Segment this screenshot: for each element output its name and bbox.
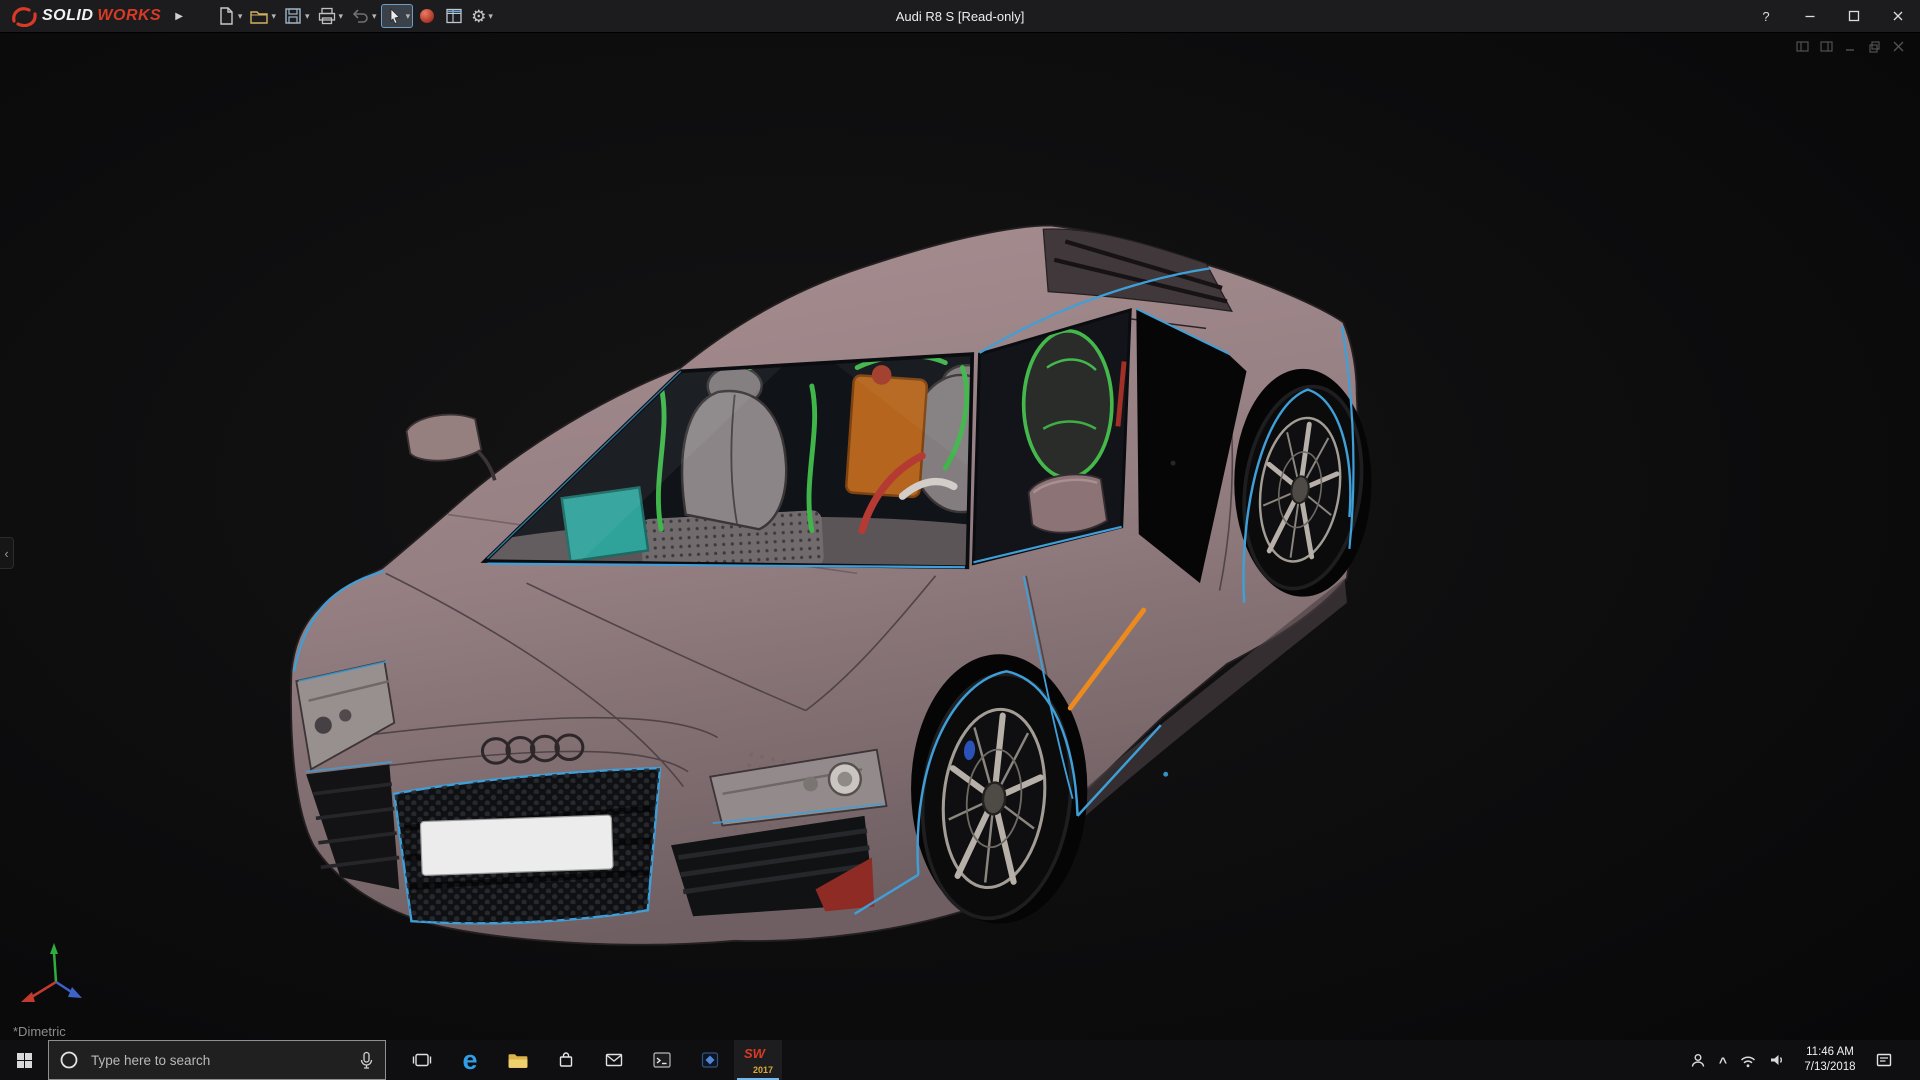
view-orientation-label: *Dimetric — [13, 1024, 66, 1039]
people-icon[interactable] — [1690, 1052, 1706, 1068]
microphone-icon[interactable] — [358, 1051, 375, 1070]
open-button[interactable]: ▾ — [246, 4, 279, 28]
z-axis-icon — [68, 987, 82, 998]
blue-app-button[interactable] — [686, 1040, 734, 1080]
dropdown-caret-icon[interactable]: ▾ — [339, 11, 344, 22]
taskbar-apps: e SW 2017 — [398, 1040, 782, 1080]
3d-viewport-canvas[interactable] — [0, 32, 1920, 1040]
wifi-icon[interactable] — [1740, 1053, 1756, 1068]
task-view-button[interactable] — [398, 1040, 446, 1080]
y-axis-icon — [50, 943, 58, 954]
save-button[interactable]: ▾ — [280, 4, 313, 28]
file-explorer-icon — [508, 1053, 528, 1068]
settings-gear-icon: ⚙ — [471, 6, 487, 26]
close-button[interactable] — [1876, 0, 1920, 32]
save-icon — [285, 8, 301, 24]
command-prompt-button[interactable] — [638, 1040, 686, 1080]
minimize-icon — [1805, 15, 1815, 18]
doc-close-icon[interactable] — [1891, 39, 1906, 54]
dropdown-caret-icon[interactable]: ▾ — [238, 11, 243, 22]
mail-button[interactable] — [590, 1040, 638, 1080]
task-view-icon — [412, 1053, 432, 1067]
command-prompt-icon — [653, 1052, 671, 1068]
close-icon — [1893, 11, 1903, 21]
volume-icon[interactable] — [1769, 1052, 1785, 1068]
titlebar: SOLID WORKS ▶ ▾ ▾ ▾ ▾ ▾ ▾ ⚙ ▾ Audi R8 S … — [0, 0, 1920, 33]
windows-logo-icon — [16, 1052, 32, 1068]
help-button[interactable]: ? — [1744, 0, 1788, 32]
dropdown-caret-icon[interactable]: ▾ — [372, 11, 377, 22]
screen: { "window": { "title": "Audi R8 S [Read-… — [0, 0, 1920, 1080]
cortana-icon — [60, 1051, 78, 1069]
document-window-controls — [1795, 39, 1906, 54]
doc-restore-icon[interactable] — [1867, 39, 1882, 54]
settings-button[interactable]: ⚙ ▾ — [468, 6, 496, 27]
dropdown-caret-icon[interactable]: ▾ — [488, 11, 493, 22]
pane-left-icon[interactable] — [1795, 39, 1810, 54]
3d-viewport[interactable]: ‹ *Dimetric — [0, 32, 1920, 1040]
store-bag-icon — [559, 1052, 573, 1067]
undo-icon — [352, 9, 368, 23]
open-folder-icon — [250, 11, 269, 24]
blue-app-icon — [701, 1052, 719, 1068]
edge-icon: e — [462, 1044, 478, 1075]
print-icon — [318, 7, 335, 25]
maximize-icon — [1848, 10, 1860, 22]
search-input[interactable] — [89, 1051, 348, 1069]
macro-button[interactable] — [414, 4, 440, 28]
clock-date: 7/13/2018 — [1804, 1061, 1856, 1073]
orientation-triad — [21, 943, 82, 1002]
options-table-button[interactable] — [441, 4, 467, 28]
sw-year-badge: 2017 — [752, 1065, 773, 1075]
maximize-button[interactable] — [1832, 0, 1876, 32]
options-table-icon — [446, 8, 462, 24]
sw-glyph: SW — [744, 1046, 765, 1061]
solidworks-app-button[interactable]: SW 2017 — [734, 1040, 782, 1080]
system-tray: ^ 11:46 AM 7/13/2018 — [1690, 1040, 1920, 1080]
store-button[interactable] — [542, 1040, 590, 1080]
window-title: Audi R8 S [Read-only] — [895, 8, 1025, 24]
dropdown-caret-icon[interactable]: ▾ — [271, 11, 276, 22]
file-explorer-button[interactable] — [494, 1040, 542, 1080]
dropdown-caret-icon[interactable]: ▾ — [406, 11, 411, 22]
panel-arrow-icon: ‹ — [4, 545, 9, 561]
main-toolbar: ▾ ▾ ▾ ▾ ▾ ▾ ⚙ ▾ — [213, 4, 496, 28]
x-axis-icon — [21, 992, 35, 1002]
select-tool-button[interactable]: ▾ — [380, 4, 414, 28]
brand-works: WORKS — [97, 7, 162, 24]
new-document-button[interactable]: ▾ — [213, 4, 246, 28]
tray-expand-icon[interactable]: ^ — [1719, 1054, 1727, 1070]
start-button[interactable] — [0, 1040, 48, 1080]
solidworks-2017-icon: SW 2017 — [743, 1045, 773, 1075]
action-center-icon[interactable] — [1875, 1051, 1893, 1069]
mail-icon — [605, 1053, 623, 1067]
solidworks-logo: SOLID WORKS — [0, 5, 161, 27]
edge-button[interactable]: e — [446, 1040, 494, 1080]
dropdown-caret-icon[interactable]: ▾ — [305, 11, 310, 22]
new-document-icon — [220, 7, 233, 25]
window-controls: ? — [1744, 0, 1920, 32]
macro-sphere-icon — [420, 9, 435, 23]
taskbar: e — [0, 1040, 1920, 1080]
clock-time: 11:46 AM — [1806, 1046, 1854, 1059]
feature-manager-collapsed-tab[interactable]: ‹ — [0, 537, 14, 569]
undo-button[interactable]: ▾ — [347, 4, 380, 28]
minimize-button[interactable] — [1788, 0, 1832, 32]
pane-right-icon[interactable] — [1819, 39, 1834, 54]
toolbar-flyout-arrow-icon[interactable]: ▶ — [175, 11, 183, 22]
brand-solid: SOLID — [42, 7, 94, 24]
doc-minimize-icon[interactable] — [1843, 39, 1858, 54]
taskbar-search[interactable] — [48, 1040, 386, 1080]
print-button[interactable]: ▾ — [314, 4, 347, 28]
taskbar-clock[interactable]: 11:46 AM 7/13/2018 — [1798, 1045, 1862, 1075]
select-cursor-icon — [390, 8, 400, 25]
ds-logo-icon — [12, 7, 37, 27]
